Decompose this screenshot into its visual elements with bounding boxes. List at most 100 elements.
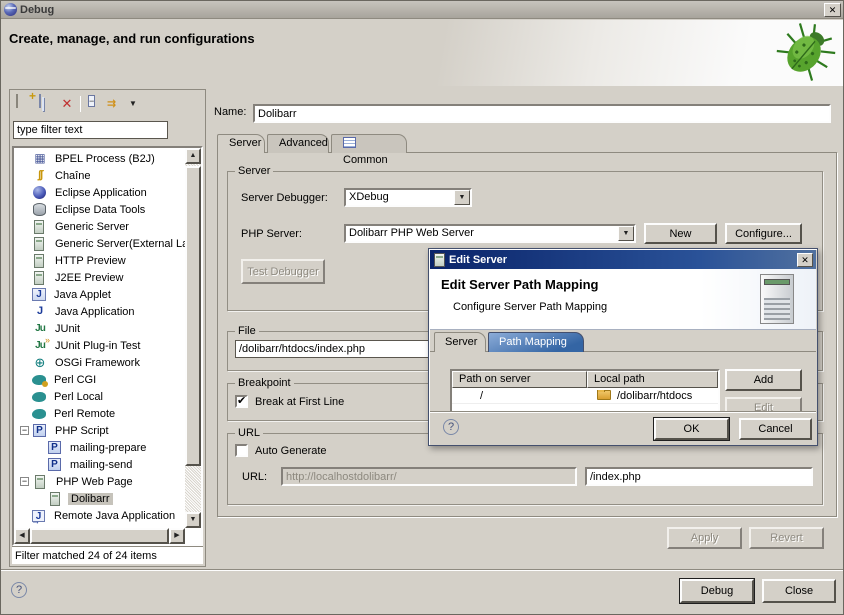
tree-item-remote-java-application[interactable]: Remote Java Application (14, 507, 185, 524)
tree-item-j2ee-preview[interactable]: J2EE Preview (14, 269, 185, 286)
tree-item-label[interactable]: mailing-send (67, 459, 135, 471)
tree-horizontal-scrollbar[interactable]: ◀ ▶ (14, 528, 185, 544)
tree-item-label[interactable]: Generic Server (52, 221, 132, 233)
scroll-right-icon[interactable]: ▶ (169, 528, 185, 544)
break-first-line-label[interactable]: Break at First Line (255, 396, 344, 408)
scroll-down-icon[interactable]: ▼ (185, 512, 201, 528)
tree-item-dolibarr[interactable]: Dolibarr (14, 490, 185, 507)
collapse-expander-icon[interactable]: − (20, 477, 29, 486)
tree-item-java-application[interactable]: Java Application (14, 303, 185, 320)
tree-item-mailing-send[interactable]: mailing-send (14, 456, 185, 473)
cell-path-on-server[interactable]: / (452, 390, 587, 402)
tree-item-label[interactable]: Perl CGI (51, 374, 99, 386)
configure-server-button[interactable]: Configure... (725, 223, 802, 244)
filter-options-icon[interactable]: ⇉ (107, 95, 125, 113)
tree-item-label[interactable]: JUnit (52, 323, 83, 335)
tree-item-junit-plug-in-test[interactable]: JUnit Plug-in Test (14, 337, 185, 354)
header-banner: Create, manage, and run configurations (1, 20, 844, 86)
column-header-path-on-server[interactable]: Path on server (452, 371, 587, 388)
scroll-up-icon[interactable]: ▲ (185, 148, 201, 164)
dialog-subheading: Configure Server Path Mapping (453, 301, 607, 313)
tree-item-label[interactable]: Chaîne (52, 170, 93, 182)
cell-local-path[interactable]: /dolibarr/htdocs (587, 390, 718, 402)
tree-item-label[interactable]: mailing-prepare (67, 442, 149, 454)
tree-item-label[interactable]: PHP Script (52, 425, 112, 437)
tree-item-label[interactable]: Generic Server(External La (52, 238, 191, 250)
vertical-scroll-thumb[interactable] (185, 166, 201, 466)
collapse-expander-icon[interactable]: − (20, 426, 29, 435)
duplicate-configuration-icon[interactable] (36, 95, 54, 113)
revert-button: Revert (749, 527, 824, 549)
cancel-button[interactable]: Cancel (739, 418, 812, 440)
tree-item-junit[interactable]: JUnit (14, 320, 185, 337)
tree-item-label[interactable]: Perl Remote (51, 408, 118, 420)
window-titlebar[interactable]: Debug ✕ (1, 1, 844, 19)
break-first-line-checkbox[interactable]: ✔ (235, 395, 248, 408)
tree-item-label[interactable]: Eclipse Data Tools (52, 204, 148, 216)
delete-configuration-icon[interactable]: ✕ (58, 95, 76, 113)
chevron-down-icon[interactable]: ▼ (618, 226, 634, 241)
tree-item-java-applet[interactable]: Java Applet (14, 286, 185, 303)
tree-item-label[interactable]: BPEL Process (B2J) (52, 153, 158, 165)
tree-vertical-scrollbar[interactable]: ▲ ▼ (185, 148, 201, 528)
dialog-tab-path-mapping[interactable]: Path Mapping (488, 332, 584, 352)
tree-item-label[interactable]: Dolibarr (68, 493, 113, 505)
scroll-left-icon[interactable]: ◀ (14, 528, 30, 544)
tab-server[interactable]: Server (217, 134, 265, 153)
url-path-input[interactable] (585, 467, 813, 486)
dialog-help-icon[interactable]: ? (443, 419, 459, 435)
new-configuration-icon[interactable] (14, 95, 32, 113)
dialog-close-button[interactable]: ✕ (797, 253, 813, 267)
ok-button[interactable]: OK (654, 418, 729, 440)
tree-item-perl-local[interactable]: Perl Local (14, 388, 185, 405)
path-mapping-row[interactable]: //dolibarr/htdocs (452, 388, 718, 404)
window-close-button[interactable]: ✕ (824, 3, 841, 17)
tree-item-eclipse-data-tools[interactable]: Eclipse Data Tools (14, 201, 185, 218)
tab-advanced[interactable]: Advanced (267, 134, 329, 153)
tree-item-label[interactable]: Java Application (52, 306, 138, 318)
tree-item-perl-cgi[interactable]: Perl CGI (14, 371, 185, 388)
bug-icon (775, 22, 837, 82)
horizontal-scroll-thumb[interactable] (30, 528, 169, 544)
tab-common[interactable]: Common (331, 134, 407, 153)
dialog-titlebar[interactable]: Edit Server ✕ (430, 250, 816, 269)
help-icon[interactable]: ? (11, 582, 27, 598)
tree-item-label[interactable]: Remote Java Application (51, 510, 178, 522)
collapse-all-icon[interactable]: − (85, 95, 103, 113)
tree-item-osgi-framework[interactable]: OSGi Framework (14, 354, 185, 371)
path-mapping-table: Path on server Local path //dolibarr/htd… (450, 369, 720, 415)
tree-item-label[interactable]: OSGi Framework (52, 357, 143, 369)
close-button[interactable]: Close (762, 579, 836, 603)
tree-item-label[interactable]: HTTP Preview (52, 255, 129, 267)
tree-item-php-web-page[interactable]: − PHP Web Page (14, 473, 185, 490)
tree-item-label[interactable]: JUnit Plug-in Test (52, 340, 143, 352)
tree-item-http-preview[interactable]: HTTP Preview (14, 252, 185, 269)
tree-item-bpel-process-b2j-[interactable]: BPEL Process (B2J) (14, 150, 185, 167)
name-input[interactable] (253, 104, 831, 123)
tree-item-label[interactable]: Perl Local (51, 391, 106, 403)
server-debugger-select[interactable]: XDebug ▼ (344, 188, 472, 207)
tree-item-label[interactable]: Java Applet (51, 289, 114, 301)
toolbar-menu-arrow-icon[interactable]: ▼ (129, 95, 147, 113)
tree-item-mailing-prepare[interactable]: mailing-prepare (14, 439, 185, 456)
auto-generate-checkbox[interactable] (235, 444, 248, 457)
auto-generate-label[interactable]: Auto Generate (255, 445, 327, 457)
tree-item-cha-ne[interactable]: Chaîne (14, 167, 185, 184)
tree-item-label[interactable]: J2EE Preview (52, 272, 126, 284)
tree-item-generic-server[interactable]: Generic Server (14, 218, 185, 235)
filter-input[interactable] (13, 121, 168, 139)
tree-item-label[interactable]: PHP Web Page (53, 476, 136, 488)
column-header-local-path[interactable]: Local path (587, 371, 718, 388)
dialog-tab-server[interactable]: Server (434, 332, 486, 352)
add-mapping-button[interactable]: Add (725, 369, 802, 391)
chevron-down-icon[interactable]: ▼ (454, 190, 470, 205)
tree-item-generic-server-external-la[interactable]: Generic Server(External La (14, 235, 185, 252)
tree-item-eclipse-application[interactable]: Eclipse Application (14, 184, 185, 201)
new-server-button[interactable]: New (644, 223, 717, 244)
tree-item-php-script[interactable]: − PHP Script (14, 422, 185, 439)
debug-button[interactable]: Debug (680, 579, 754, 603)
server-icon (50, 492, 60, 506)
tree-item-label[interactable]: Eclipse Application (52, 187, 150, 199)
tree-item-perl-remote[interactable]: Perl Remote (14, 405, 185, 422)
php-server-select[interactable]: Dolibarr PHP Web Server ▼ (344, 224, 636, 243)
